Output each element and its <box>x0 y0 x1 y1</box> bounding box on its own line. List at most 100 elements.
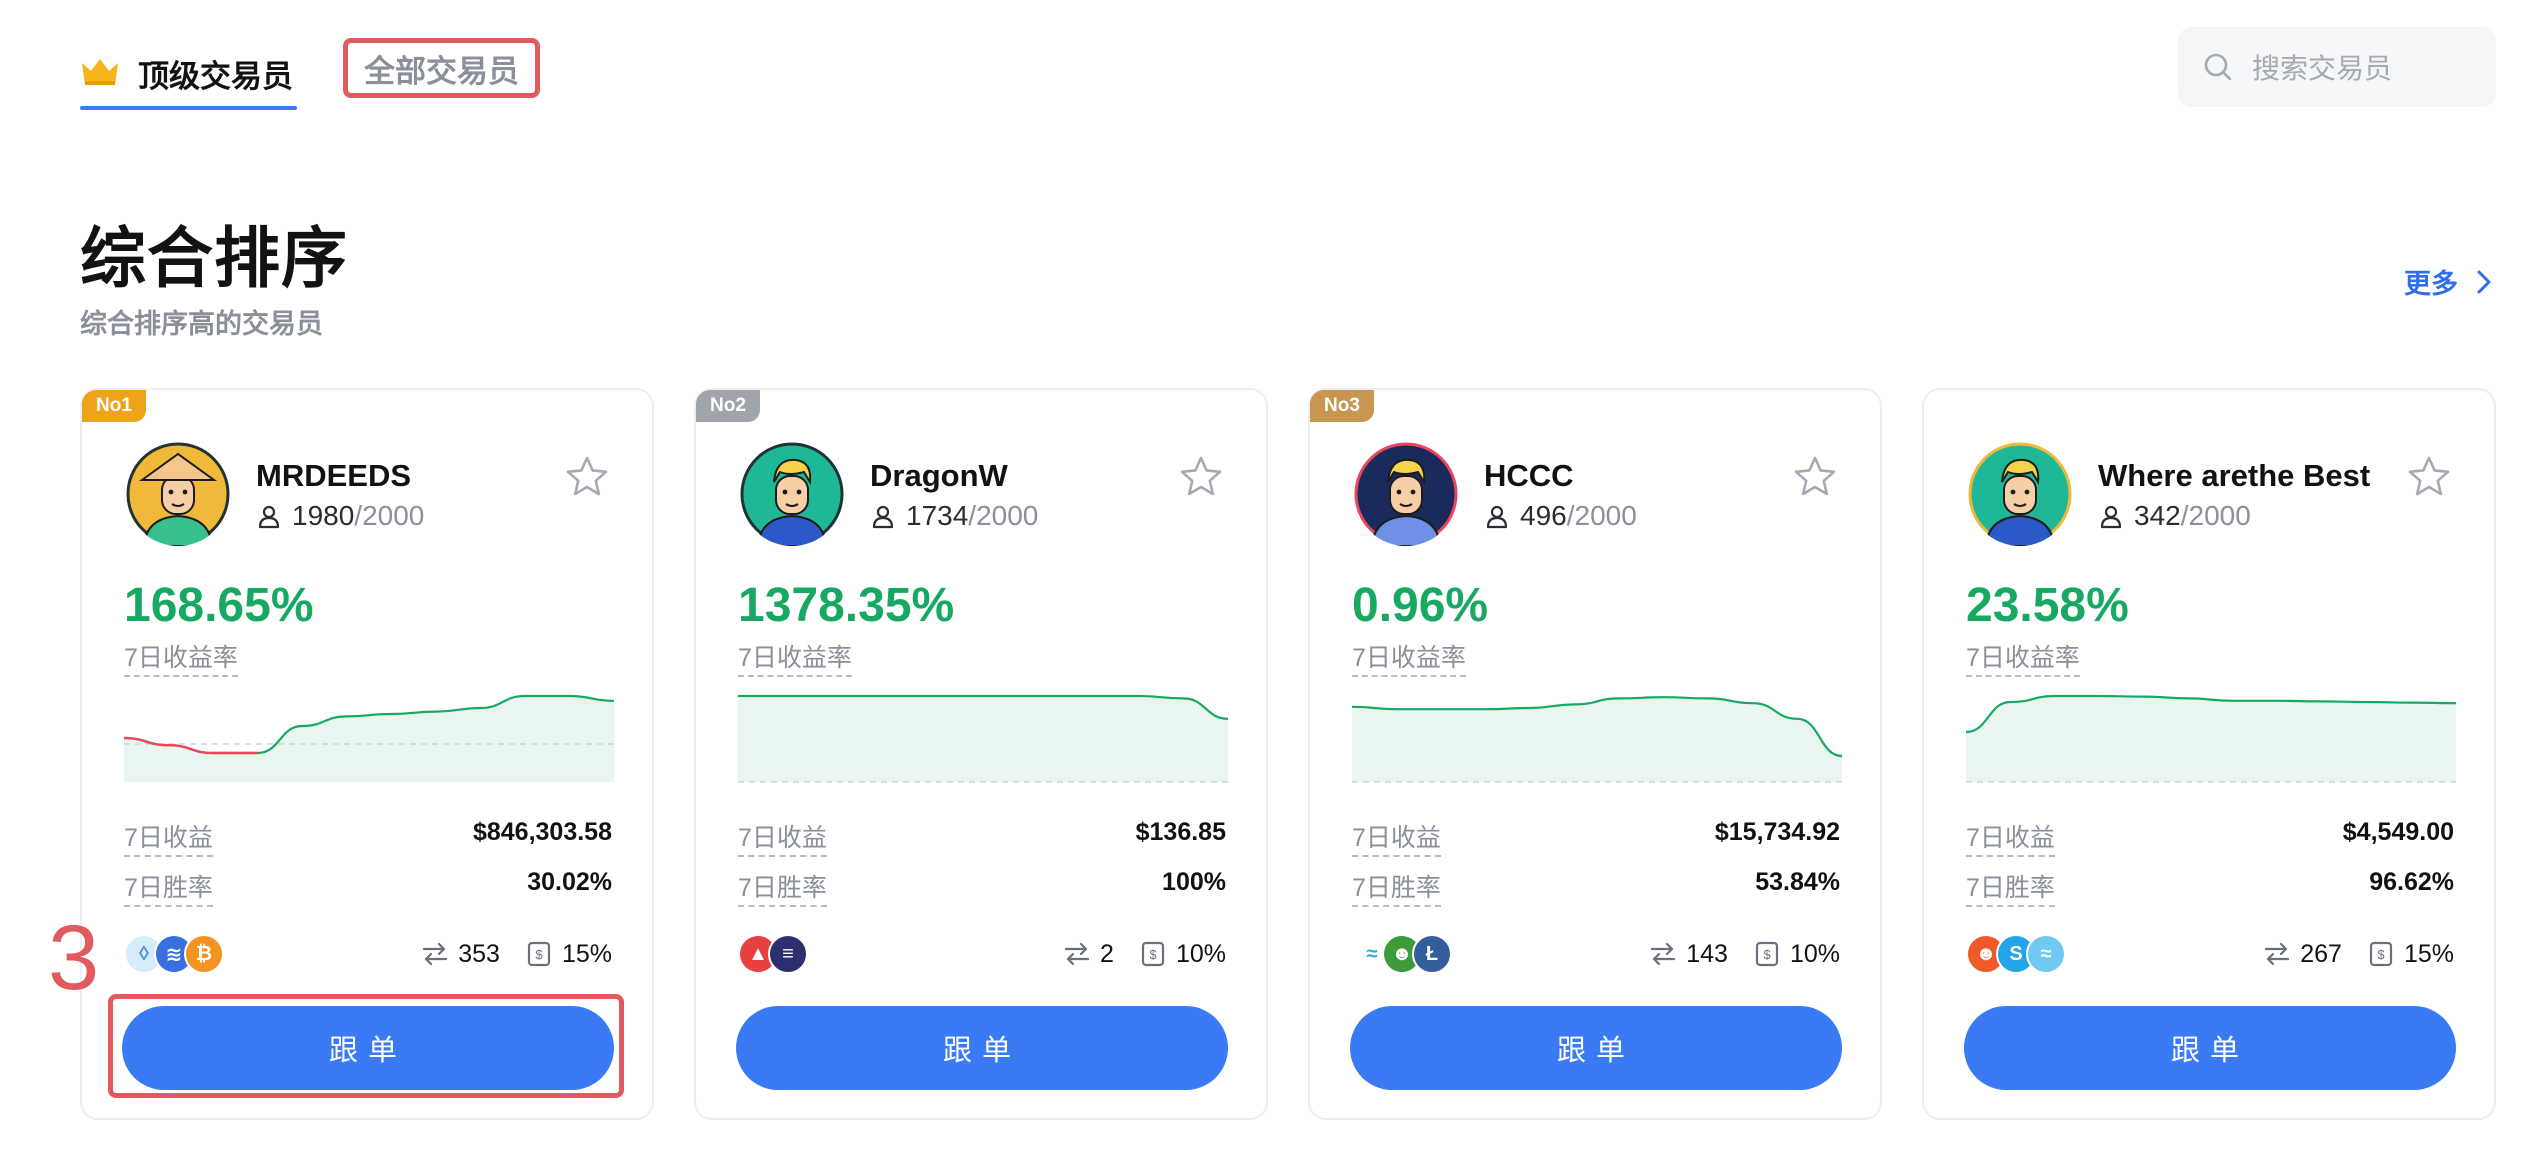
coin-list: ≈ ☻ Ł <box>1352 934 1452 974</box>
profit-share-icon: $ <box>2369 941 2393 967</box>
profit-share-icon: $ <box>1755 941 1779 967</box>
trend-chart <box>1966 694 2456 783</box>
follower-max: /2000 <box>968 500 1039 531</box>
tab-top-traders[interactable]: 顶级交易员 <box>80 38 297 110</box>
rank-badge: No3 <box>1310 390 1374 422</box>
search-icon <box>2204 53 2232 81</box>
roi-label: 7日收益率 <box>738 638 852 677</box>
pnl-value: $846,303.58 <box>472 818 612 846</box>
favorite-star-icon[interactable] <box>1792 454 1838 500</box>
trader-meta: 143 $ 10% <box>1648 936 1840 972</box>
user-icon <box>872 505 894 529</box>
profit-share-icon: $ <box>1141 941 1165 967</box>
trader-avatar[interactable] <box>1354 442 1458 546</box>
trader-card[interactable]: No2 DragonW 1734/2000 1378.35% 7日收益率 7日收… <box>694 388 1268 1120</box>
winrate-label: 7日胜率 <box>738 868 827 907</box>
follower-max: /2000 <box>2180 500 2251 531</box>
swap-arrows-icon <box>1651 942 1676 966</box>
profit-share: 10% <box>1789 939 1840 968</box>
user-icon <box>258 505 280 529</box>
trader-name[interactable]: Where arethe Best <box>2098 458 2370 494</box>
more-link[interactable]: 更多 <box>2404 262 2496 301</box>
rank-badge: No2 <box>696 390 760 422</box>
sol-icon: ≡ <box>768 934 808 974</box>
user-icon <box>2100 505 2122 529</box>
pnl-value: $4,549.00 <box>2342 818 2454 846</box>
follower-max: /2000 <box>354 500 425 531</box>
svg-text:$: $ <box>2377 947 2385 962</box>
follower-count: 342/2000 <box>2098 500 2251 532</box>
pnl-label: 7日收益 <box>1352 818 1441 857</box>
trader-name[interactable]: HCCC <box>1484 458 1574 494</box>
follower-count: 1734/2000 <box>870 500 1038 532</box>
tab-all-traders-label: 全部交易员 <box>364 53 519 89</box>
follower-max: /2000 <box>1566 500 1637 531</box>
roi-value: 168.65% <box>124 579 314 632</box>
winrate-value: 100% <box>1162 868 1226 896</box>
roi-value: 1378.35% <box>738 579 955 632</box>
section-subtitle: 综合排序高的交易员 <box>80 309 323 339</box>
trader-avatar[interactable] <box>1968 442 2072 546</box>
more-link-label: 更多 <box>2404 269 2458 299</box>
trader-meta: 2 $ 10% <box>1062 936 1226 972</box>
section-title: 综合排序 <box>80 221 348 295</box>
follower-count: 1980/2000 <box>256 500 424 532</box>
pnl-label: 7日收益 <box>1966 818 2055 857</box>
roi-value: 0.96% <box>1352 579 1489 632</box>
follower-current: 342 <box>2134 500 2181 531</box>
svg-text:$: $ <box>535 947 543 962</box>
copy-trade-button[interactable]: 跟单 <box>1350 1006 1842 1090</box>
trader-card[interactable]: No3 HCCC 496/2000 0.96% 7日收益率 7日收益 $15,7… <box>1308 388 1882 1120</box>
follower-count: 496/2000 <box>1484 500 1637 532</box>
coin-list: ▲ ≡ <box>738 934 808 974</box>
sui-icon: ≈ <box>2026 934 2066 974</box>
pnl-value: $15,734.92 <box>1714 818 1840 846</box>
roi-label: 7日收益率 <box>1352 638 1466 677</box>
trend-area <box>738 696 1228 782</box>
traders-page: 顶级交易员 全部交易员 搜索交易员 综合排序 综合排序高的交易员 更多 No1 … <box>0 0 2544 1160</box>
coin-list: ☻ S ≈ <box>1966 934 2066 974</box>
winrate-value: 30.02% <box>527 868 612 896</box>
follower-current: 1980 <box>292 500 355 531</box>
copy-trade-button[interactable]: 跟单 <box>736 1006 1228 1090</box>
winrate-label: 7日胜率 <box>1966 868 2055 907</box>
trend-chart <box>738 694 1228 783</box>
pnl-value: $136.85 <box>1135 818 1226 846</box>
winrate-value: 96.62% <box>2369 868 2454 896</box>
favorite-star-icon[interactable] <box>2406 454 2452 500</box>
tab-all-traders[interactable]: 全部交易员 <box>343 38 540 98</box>
trader-avatar[interactable] <box>740 442 844 546</box>
copy-trade-button[interactable]: 跟单 <box>1964 1006 2456 1090</box>
search-input[interactable]: 搜索交易员 <box>2178 27 2496 107</box>
rank-badge: No1 <box>82 390 146 422</box>
ltc-icon: Ł <box>1412 934 1452 974</box>
trend-chart <box>124 694 614 782</box>
favorite-star-icon[interactable] <box>564 454 610 500</box>
trader-name[interactable]: MRDEEDS <box>256 458 411 494</box>
follower-current: 1734 <box>906 500 969 531</box>
trader-card[interactable]: Where arethe Best 342/2000 23.58% 7日收益率 … <box>1922 388 2496 1120</box>
winrate-label: 7日胜率 <box>1352 868 1441 907</box>
pnl-label: 7日收益 <box>124 818 213 857</box>
roi-value: 23.58% <box>1966 579 2129 632</box>
trend-area <box>1966 696 2456 782</box>
trader-name[interactable]: DragonW <box>870 458 1008 494</box>
winrate-value: 53.84% <box>1755 868 1840 896</box>
trade-count: 267 <box>2300 939 2342 968</box>
trader-avatar[interactable] <box>126 442 230 546</box>
swap-arrows-icon <box>423 942 448 966</box>
profit-share-icon: $ <box>527 941 551 967</box>
trade-count: 353 <box>458 939 500 968</box>
trader-tabs: 顶级交易员 全部交易员 <box>80 38 540 110</box>
roi-label: 7日收益率 <box>124 638 238 677</box>
chevron-right-icon <box>2477 270 2491 293</box>
user-icon <box>1486 505 1508 529</box>
profit-share: 15% <box>561 939 612 968</box>
swap-arrows-icon <box>1064 942 1090 966</box>
swap-arrows-icon <box>2265 942 2290 966</box>
trader-meta: 353 $ 15% <box>420 936 612 972</box>
coin-list: ◊ ≋ ₿ <box>124 934 224 974</box>
favorite-star-icon[interactable] <box>1178 454 1224 500</box>
crown-icon <box>82 59 118 85</box>
svg-text:$: $ <box>1763 947 1771 962</box>
